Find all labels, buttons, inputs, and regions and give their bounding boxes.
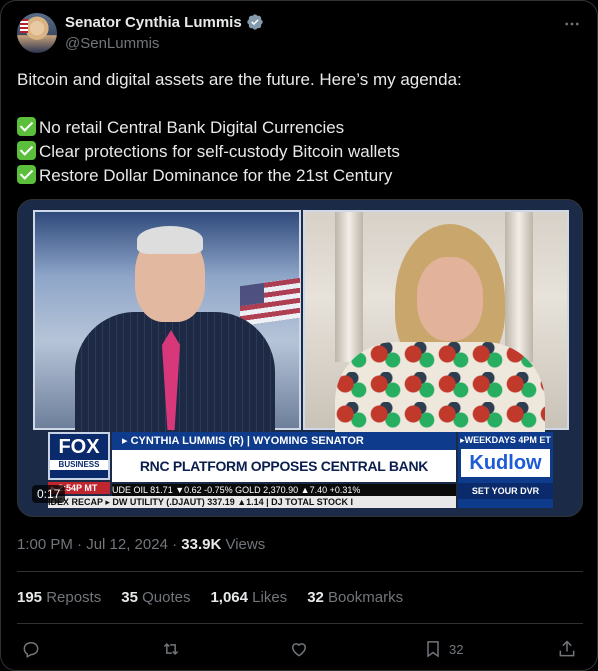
reply-icon [23,642,39,659]
agenda-item: Restore Dollar Dominance for the 21st Ce… [17,164,583,188]
likes-stat[interactable]: 1,064 Likes [210,589,287,606]
network-logo: FOX BUSINESS [48,432,110,480]
video-left-panel [33,210,301,432]
market-ticker: UDE OIL 81.71 ▼0.62 -0.75% GOLD 2,370.90… [112,484,456,496]
repost-icon [163,642,179,656]
check-mark-icon [17,165,36,184]
more-options-icon[interactable] [561,13,583,35]
author-name[interactable]: Senator Cynthia Lummis [65,14,242,31]
bookmark-button[interactable]: 32 [423,637,463,661]
share-button[interactable] [557,637,577,661]
tweet-meta: 1:00 PM · Jul 12, 2024 · 33.9K Views [17,536,265,553]
tweet-card: Senator Cynthia Lummis @SenLummis Bitcoi… [0,0,598,671]
quotes-stat[interactable]: 35 Quotes [121,589,190,606]
agenda-item: Clear protections for self-custody Bitco… [17,140,583,164]
bookmark-count: 32 [449,641,464,657]
repost-button[interactable] [161,637,181,661]
views-count: 33.9K [181,536,222,553]
flag-pin [20,19,28,33]
reposts-stat[interactable]: 195 Reposts [17,589,101,606]
like-button[interactable] [289,637,309,661]
agenda-item-text: No retail Central Bank Digital Currencie… [39,118,345,137]
chyron-name: ▸ CYNTHIA LUMMIS (R) | WYOMING SENATOR [112,432,456,450]
check-mark-icon [17,141,36,160]
bookmarks-stat[interactable]: 32 Bookmarks [307,589,403,606]
video-duration: 0:17 [32,485,66,503]
bookmark-icon [427,641,439,658]
divider [17,623,583,624]
tweet-intro: Bitcoin and digital assets are the futur… [17,70,462,89]
author-handle[interactable]: @SenLummis [65,35,159,52]
tweet-text: Bitcoin and digital assets are the futur… [17,68,583,188]
heart-icon [291,643,307,657]
share-icon [559,640,575,657]
news-chyron: FOX BUSINESS ▸ 2:54P MT ▸ CYNTHIA LUMMIS… [48,432,553,508]
author-name-row: Senator Cynthia Lummis [65,13,264,31]
verified-badge-icon [247,14,263,30]
show-promo: ▸WEEKDAYS 4PM ET Kudlow SET YOUR DVR [458,432,553,508]
agenda-item-text: Clear protections for self-custody Bitco… [39,142,400,161]
tweet-timestamp[interactable]: 1:00 PM · Jul 12, 2024 · [17,536,181,553]
chyron-headline: RNC PLATFORM OPPOSES CENTRAL BANK DIGITA… [112,450,456,506]
check-mark-icon [17,117,36,136]
video-right-panel [303,210,569,432]
views-label: Views [221,536,266,553]
action-bar: 32 [17,633,583,665]
reply-button[interactable] [21,637,41,661]
market-ticker-secondary: IDEX RECAP ▸ DW UTILITY (.DJAUT) 337.19 … [48,496,456,508]
agenda-item: No retail Central Bank Digital Currencie… [17,116,583,140]
engagement-stats: 195 Reposts 35 Quotes 1,064 Likes 32 Boo… [17,589,403,606]
agenda-item-text: Restore Dollar Dominance for the 21st Ce… [39,166,393,185]
divider [17,571,583,572]
video-player[interactable]: FOX BUSINESS ▸ 2:54P MT ▸ CYNTHIA LUMMIS… [17,199,583,517]
avatar[interactable] [17,13,57,53]
